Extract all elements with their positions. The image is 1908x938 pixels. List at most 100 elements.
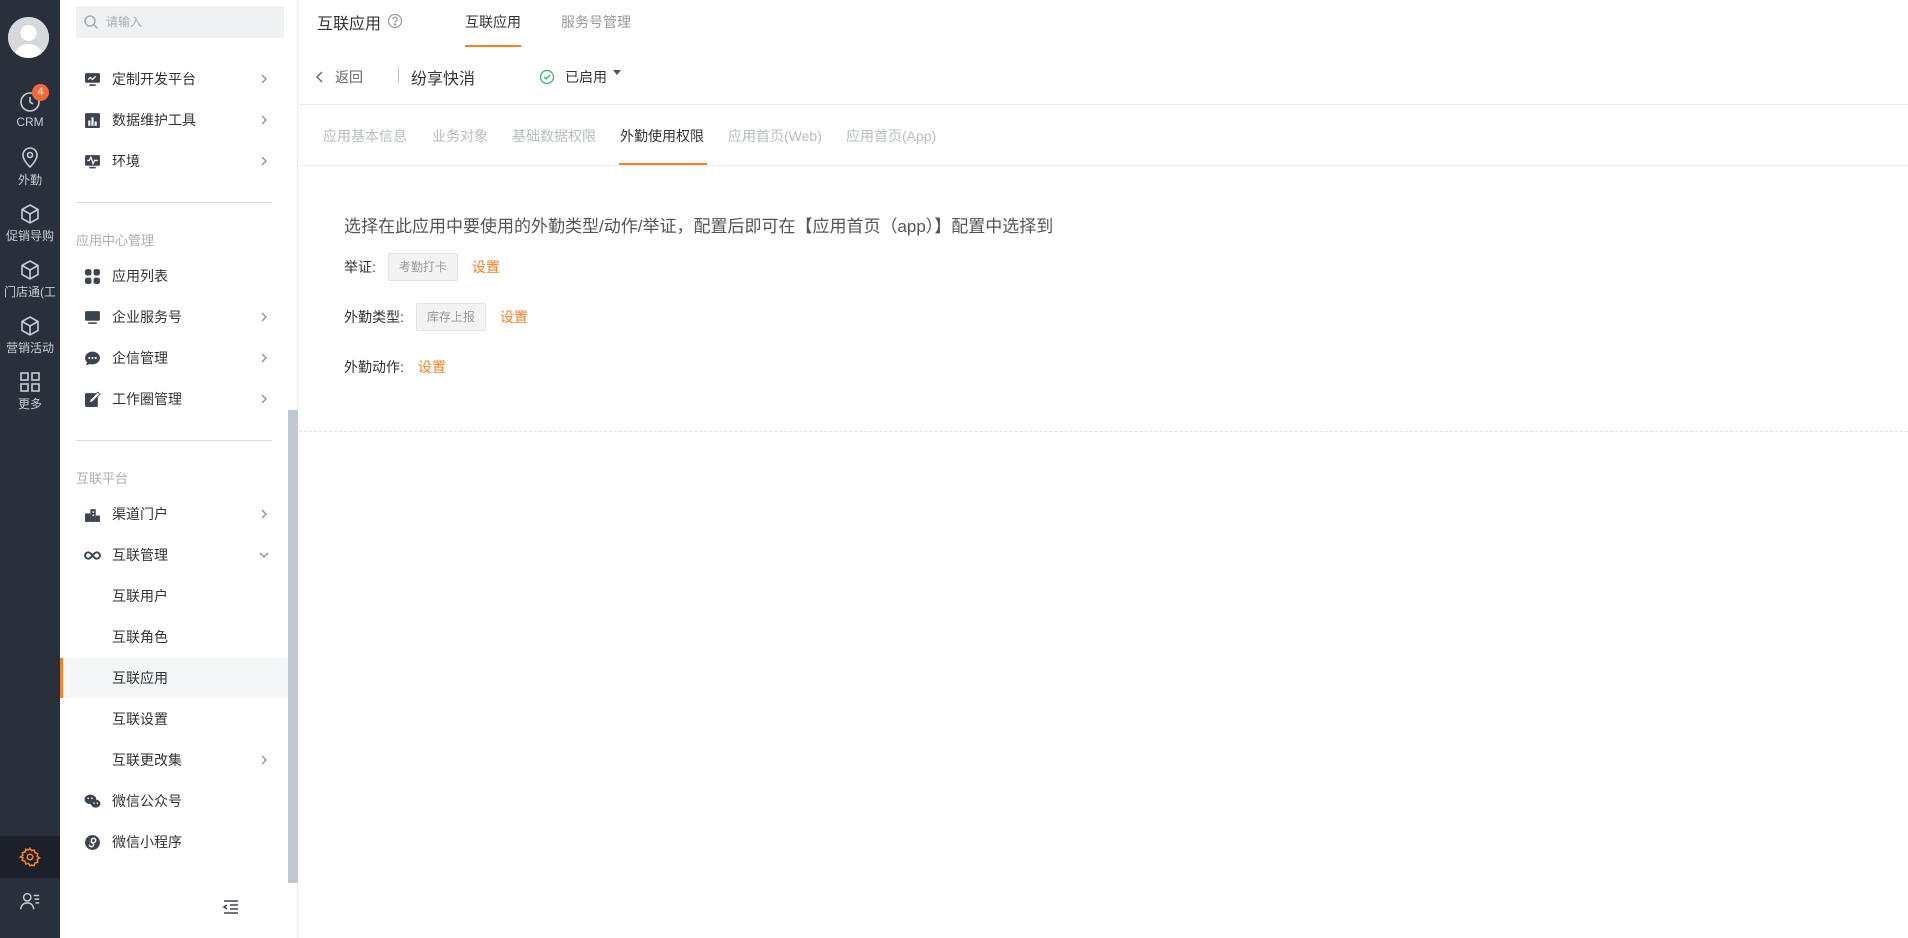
tab-homepage-app[interactable]: 应用首页(App) <box>846 126 936 146</box>
menu-subitem-changesets[interactable]: 互联更改集 <box>60 740 288 780</box>
rail-item-marketing[interactable]: 营销活动 <box>0 314 60 370</box>
help-icon[interactable] <box>387 13 403 29</box>
field-action-row: 外勤动作: 设置 <box>344 353 446 381</box>
settings-link[interactable]: 设置 <box>500 307 528 327</box>
rail-item-store[interactable]: 门店通(工 <box>0 258 60 314</box>
collapse-menu-icon[interactable] <box>222 898 240 916</box>
menu-item-app-list[interactable]: 应用列表 <box>60 256 288 296</box>
menu-item-label: 互联更改集 <box>112 752 182 768</box>
menu-subitem-settings[interactable]: 互联设置 <box>60 699 288 739</box>
menu-item-label: 数据维护工具 <box>112 112 196 128</box>
grid-icon <box>20 372 40 392</box>
status-label: 已启用 <box>565 69 607 85</box>
menu-subitem-users[interactable]: 互联用户 <box>60 576 288 616</box>
menu-item-wechat-mini-program[interactable]: 微信小程序 <box>60 822 288 862</box>
menu-item-label: 应用列表 <box>112 268 168 284</box>
search-icon <box>84 15 99 30</box>
evidence-row: 举证: 考勤打卡 设置 <box>344 253 500 281</box>
menu-item-data-tools[interactable]: 数据维护工具 <box>60 100 288 140</box>
back-button[interactable]: 返回 <box>315 67 363 87</box>
app-name: 纷享快消 <box>411 71 476 88</box>
main-content: 互联应用 互联应用 服务号管理 返回 纷享快消 已启用 应用基本信息 业务对象 … <box>299 0 1908 938</box>
location-pin-icon <box>22 147 38 169</box>
mini-program-icon <box>85 835 100 850</box>
sidebar-scrollbar[interactable] <box>288 410 298 883</box>
search-input[interactable] <box>106 6 276 38</box>
bar-chart-icon <box>85 113 100 128</box>
menu-item-label: 工作圈管理 <box>112 391 182 407</box>
rail-settings-button[interactable] <box>0 836 60 878</box>
status-dropdown[interactable]: 已启用 <box>539 67 621 87</box>
app-config-tabs: 应用基本信息 业务对象 基础数据权限 外勤使用权限 应用首页(Web) 应用首页… <box>299 106 1908 166</box>
tab-basic-info[interactable]: 应用基本信息 <box>323 126 407 146</box>
app-header-bar: 返回 纷享快消 已启用 <box>299 55 1908 105</box>
rail-item-more[interactable]: 更多 <box>0 370 60 426</box>
tab-data-permissions[interactable]: 基础数据权限 <box>512 126 596 146</box>
screen-icon <box>85 311 100 324</box>
user-list-icon <box>20 892 40 910</box>
rail-item-label: 外勤 <box>17 173 42 187</box>
row-label: 外勤动作: <box>344 359 404 375</box>
menu-item-label: 互联应用 <box>112 670 168 686</box>
page-title: 互联应用 <box>317 16 382 33</box>
selected-tag: 库存上报 <box>415 303 486 331</box>
check-circle-icon <box>539 69 555 85</box>
chevron-left-icon <box>316 71 323 83</box>
apps-icon <box>85 269 100 284</box>
rail-item-label: 促销导购 <box>5 229 54 243</box>
chevron-right-icon <box>261 509 267 519</box>
active-tab-indicator <box>619 163 707 165</box>
monitor-icon <box>85 73 100 86</box>
gear-icon <box>19 847 41 867</box>
caret-down-icon <box>613 70 621 75</box>
tab-service-accounts[interactable]: 服务号管理 <box>561 12 631 32</box>
chat-icon <box>85 351 100 366</box>
active-tab-indicator <box>465 45 521 47</box>
menu-item-environment[interactable]: 环境 <box>60 141 288 181</box>
menu-item-channel-portal[interactable]: 渠道门户 <box>60 494 288 534</box>
tab-interconnect-apps[interactable]: 互联应用 <box>465 12 521 32</box>
rail-item-crm[interactable]: 4 CRM <box>0 84 60 146</box>
menu-item-messaging[interactable]: 企信管理 <box>60 338 288 378</box>
menu-item-wechat-official[interactable]: 微信公众号 <box>60 781 288 821</box>
menu-item-label: 互联用户 <box>112 588 168 604</box>
menu-item-label: 互联管理 <box>112 547 168 563</box>
menu-item-interconnect-mgmt[interactable]: 互联管理 <box>60 535 288 575</box>
menu-item-label: 互联角色 <box>112 629 168 645</box>
row-label: 外勤类型: <box>344 309 404 325</box>
menu-item-label: 微信公众号 <box>112 793 182 809</box>
menu-item-custom-dev[interactable]: 定制开发平台 <box>60 59 288 99</box>
rail-item-label: CRM <box>16 115 44 129</box>
chevron-right-icon <box>261 312 267 322</box>
tab-business-objects[interactable]: 业务对象 <box>432 126 488 146</box>
menu-subitem-roles[interactable]: 互联角色 <box>60 617 288 657</box>
search-box[interactable] <box>76 6 284 38</box>
building-icon <box>85 509 100 522</box>
infinity-icon <box>84 551 101 560</box>
cube-icon <box>21 204 39 224</box>
edit-square-icon <box>85 391 101 407</box>
menu-item-workcircle[interactable]: 工作圈管理 <box>60 379 288 419</box>
divider <box>398 67 399 83</box>
cube-icon <box>21 316 39 336</box>
menu-subitem-apps[interactable]: 互联应用 <box>60 658 288 698</box>
avatar[interactable] <box>8 17 49 58</box>
row-label: 举证: <box>344 259 376 275</box>
rail-user-button[interactable] <box>0 880 60 922</box>
wechat-icon <box>84 794 101 808</box>
rail-item-field[interactable]: 外勤 <box>0 146 60 202</box>
menu-item-service-account[interactable]: 企业服务号 <box>60 297 288 337</box>
settings-link[interactable]: 设置 <box>472 257 500 277</box>
rail-item-label: 更多 <box>17 397 42 411</box>
tab-homepage-web[interactable]: 应用首页(Web) <box>728 126 822 146</box>
cube-icon <box>21 260 39 280</box>
rail-item-promo[interactable]: 促销导购 <box>0 202 60 258</box>
intro-text: 选择在此应用中要使用的外勤类型/动作/举证，配置后即可在【应用首页（app）】配… <box>344 217 1054 236</box>
back-label: 返回 <box>335 69 363 85</box>
chevron-right-icon <box>261 156 267 166</box>
tab-field-permissions[interactable]: 外勤使用权限 <box>620 126 704 146</box>
settings-link[interactable]: 设置 <box>418 357 446 377</box>
notification-badge: 4 <box>32 84 49 101</box>
menu-item-label: 互联设置 <box>112 711 168 727</box>
group-title: 互联平台 <box>76 471 129 486</box>
